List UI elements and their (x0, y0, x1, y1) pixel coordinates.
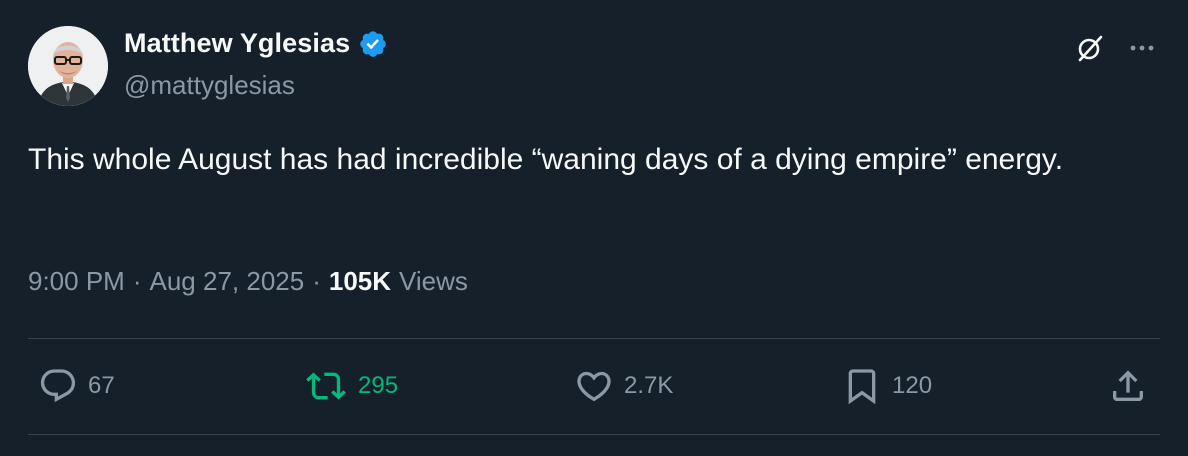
meta-separator: · (312, 266, 321, 296)
reply-button[interactable]: 67 (38, 366, 115, 406)
display-name[interactable]: Matthew Yglesias (124, 28, 350, 59)
tweet-date[interactable]: Aug 27, 2025 (150, 266, 305, 297)
tweet-meta: 9:00 PM · Aug 27, 2025 · 105K Views (28, 266, 468, 297)
verified-badge-icon[interactable] (358, 29, 388, 59)
tweet-text: This whole August has had incredible “wa… (28, 143, 1064, 176)
meta-separator: · (132, 266, 142, 296)
bookmark-button[interactable]: 120 (842, 366, 932, 406)
views-label[interactable]: Views (399, 266, 468, 297)
views-count[interactable]: 105K (329, 266, 391, 297)
name-row: Matthew Yglesias (124, 28, 388, 59)
retweet-button[interactable]: 295 (304, 366, 398, 406)
grok-icon[interactable] (1072, 30, 1108, 66)
heart-icon (577, 371, 611, 402)
more-icon[interactable] (1124, 30, 1160, 66)
like-button[interactable]: 2.7K (574, 366, 673, 406)
tweet-card: Matthew Yglesias @mattyglesias This whol… (0, 0, 1188, 456)
bookmark-icon (848, 369, 876, 405)
handle[interactable]: @mattyglesias (124, 70, 295, 101)
like-count: 2.7K (624, 372, 674, 399)
tweet-time[interactable]: 9:00 PM (28, 266, 125, 297)
avatar-image (28, 26, 108, 106)
bookmark-count: 120 (892, 372, 933, 399)
retweet-icon (306, 372, 346, 400)
avatar[interactable] (28, 26, 108, 106)
reply-icon (40, 369, 76, 403)
share-button[interactable] (1108, 366, 1148, 406)
divider (28, 434, 1160, 435)
share-icon (1113, 370, 1143, 401)
divider (28, 338, 1160, 339)
reply-count: 67 (88, 372, 115, 399)
retweet-count: 295 (358, 372, 399, 399)
top-actions (1072, 30, 1160, 66)
